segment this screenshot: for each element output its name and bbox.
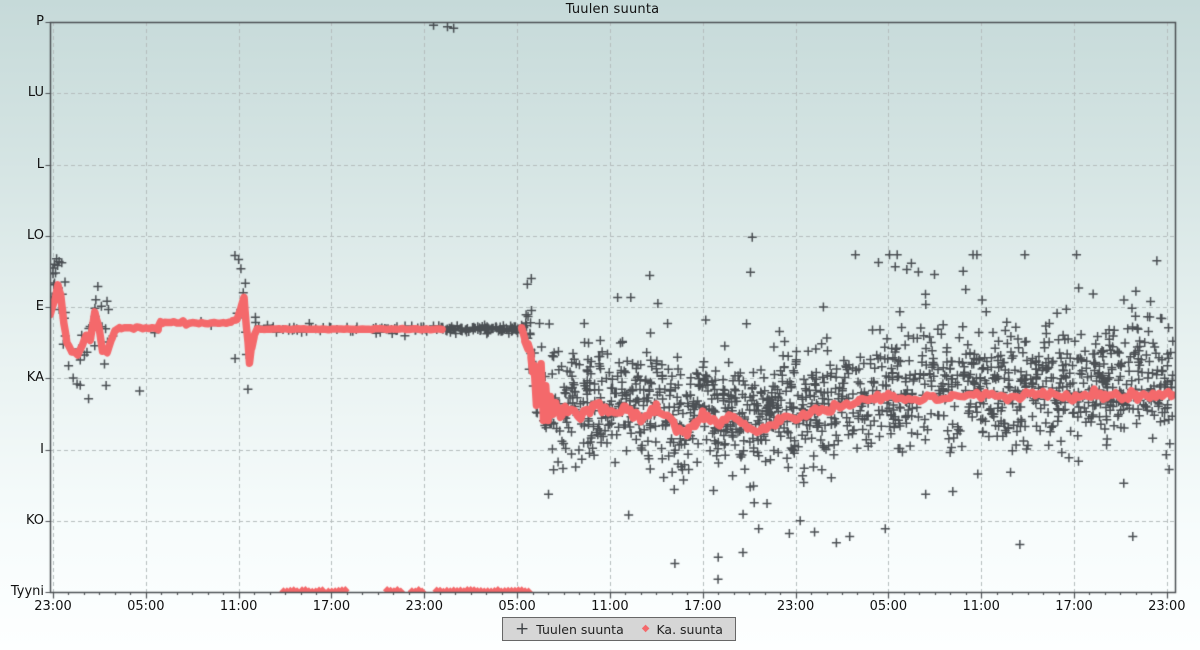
legend-item-tuulen-suunta: + Tuulen suunta: [515, 619, 624, 639]
chart-plot-area: [0, 0, 1200, 650]
x-tick-label: 23:00: [1148, 599, 1186, 614]
x-tick-label: 17:00: [684, 599, 722, 614]
y-tick-label: LO: [26, 227, 44, 243]
x-tick-label: 05:00: [869, 599, 908, 614]
y-tick-label: P: [36, 14, 44, 29]
x-tick-label: 05:00: [127, 599, 165, 614]
y-tick-label: Tyyni: [10, 584, 44, 599]
wind-direction-chart: Tuulen suunta PLULLOEKAIKOTyyni23:0005:0…: [0, 0, 1200, 650]
x-tick-label: 23:00: [34, 599, 72, 614]
y-tick-label: KA: [26, 370, 44, 386]
x-tick-label: 11:00: [591, 599, 629, 614]
y-tick-label: I: [40, 441, 44, 457]
chart-legend: + Tuulen suunta ◆ Ka. suunta: [502, 617, 736, 641]
x-tick-label: 17:00: [1055, 599, 1093, 614]
x-tick-label: 23:00: [405, 599, 443, 614]
legend-item-ka-suunta: ◆ Ka. suunta: [642, 622, 723, 637]
legend-label-ka-suunta: Ka. suunta: [656, 621, 723, 637]
x-tick-label: 11:00: [962, 599, 1000, 614]
diamond-marker-icon: ◆: [641, 623, 650, 634]
x-tick-label: 05:00: [498, 599, 536, 614]
y-tick-label: L: [36, 156, 44, 172]
x-tick-label: 23:00: [776, 599, 815, 614]
x-tick-label: 17:00: [312, 599, 351, 614]
plus-marker-icon: +: [515, 619, 530, 639]
legend-label-tuulen-suunta: Tuulen suunta: [536, 621, 624, 637]
y-tick-label: LU: [27, 85, 44, 101]
x-tick-label: 11:00: [219, 599, 258, 614]
y-tick-label: E: [35, 299, 44, 314]
y-tick-label: KO: [25, 512, 44, 528]
